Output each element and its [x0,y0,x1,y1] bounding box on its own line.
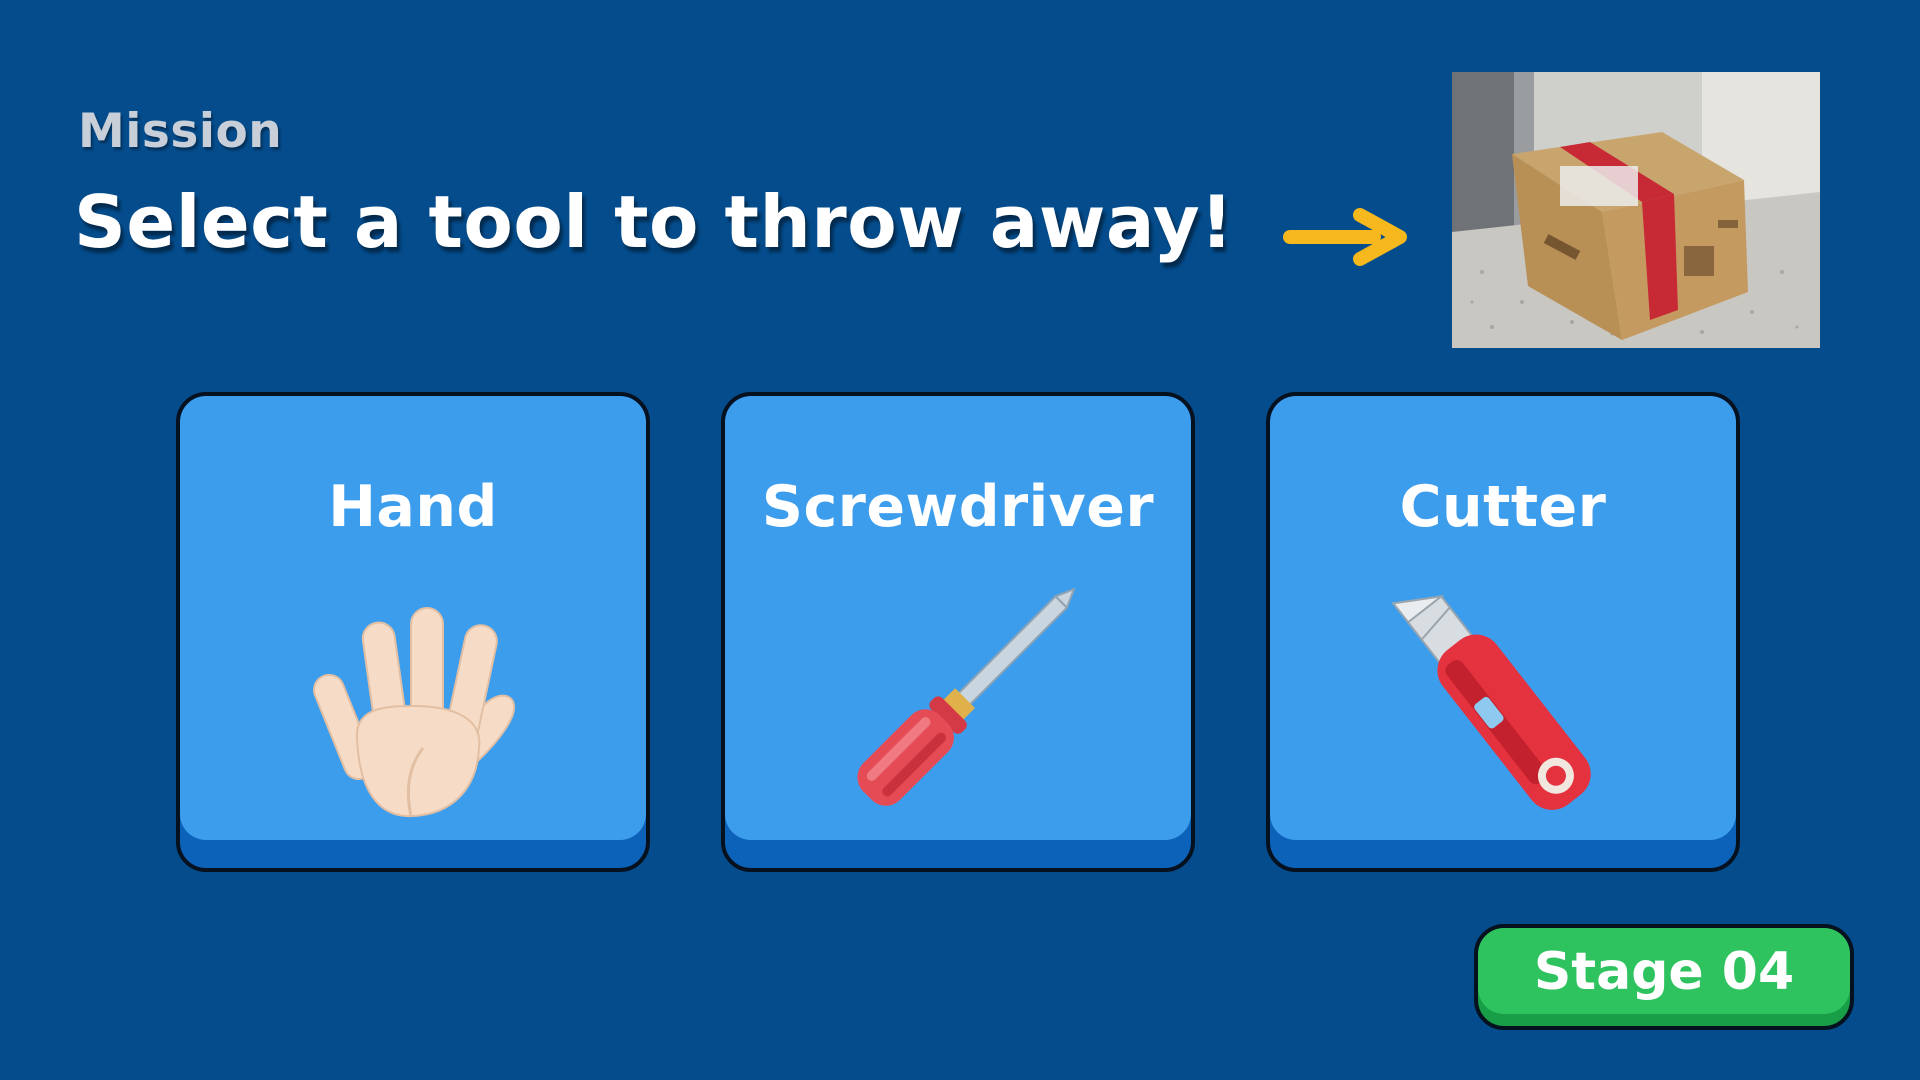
arrow-right-icon [1283,208,1407,266]
cardboard-box-photo [1452,72,1820,348]
screwdriver-icon [857,588,1076,806]
tool-card-screwdriver[interactable]: Screwdriver [721,392,1195,872]
tool-card-cutter[interactable]: Cutter [1266,392,1740,872]
stage-badge: Stage 04 [1474,924,1854,1030]
stage-label: Stage 04 [1533,942,1795,1002]
hand-icon [313,607,516,818]
tool-card-hand[interactable]: Hand [176,392,650,872]
cutter-icon [1391,594,1591,810]
tool-label-hand: Hand [328,474,498,540]
game-screen: Mission Select a tool to throw away! Han… [0,0,1920,1080]
mission-title: Select a tool to throw away! [74,180,1234,264]
mission-label: Mission [78,104,283,159]
tool-label-cutter: Cutter [1399,474,1607,540]
tool-label-screwdriver: Screwdriver [761,474,1155,540]
